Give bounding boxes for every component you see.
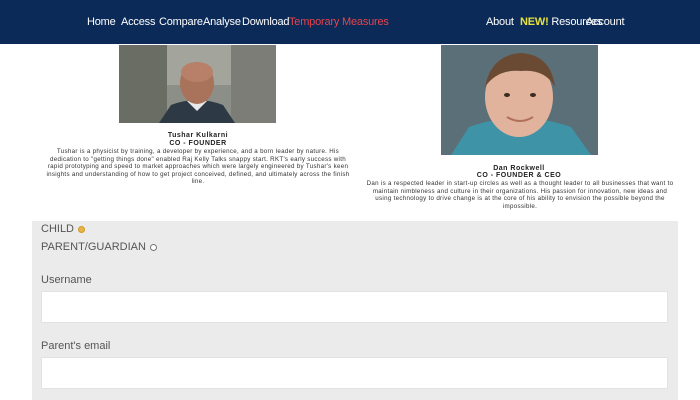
nav-home[interactable]: Home	[87, 14, 116, 30]
child-radio[interactable]	[78, 225, 86, 233]
new-badge: NEW!	[520, 16, 549, 28]
nav-about[interactable]: About	[486, 14, 514, 30]
nav-download[interactable]: Download	[242, 14, 290, 30]
role-option-child[interactable]: CHILD	[41, 222, 86, 236]
profile-name-dan: Dan Rockwell	[493, 165, 545, 172]
nav-analyse[interactable]: Analyse	[203, 14, 241, 30]
parent-radio[interactable]	[149, 243, 157, 251]
parent-email-label: Parent's email	[41, 340, 111, 352]
profile-role-dan: CO - FOUNDER & CEO	[476, 172, 562, 179]
profile-photo-dan	[441, 45, 598, 155]
profile-bio-tushar: Tushar is a physicist by training, a dev…	[46, 148, 350, 186]
profile-role-tushar: CO - FOUNDER	[169, 140, 227, 147]
profile-bio-dan: Dan is a respected leader in start-up ci…	[366, 180, 674, 210]
username-label: Username	[41, 274, 92, 286]
parent-email-input[interactable]	[41, 357, 668, 389]
nav-account[interactable]: Account	[586, 14, 625, 30]
role-option-child-label: CHILD	[41, 223, 75, 236]
role-option-parent[interactable]: PARENT/GUARDIAN	[41, 240, 157, 254]
profile-photo-dan-image	[441, 45, 598, 155]
top-nav-bar: Home Access Compare Analyse Download Tem…	[0, 0, 700, 44]
signup-form: CHILD PARENT/GUARDIAN Username Parent's …	[32, 221, 678, 400]
role-option-parent-label: PARENT/GUARDIAN	[41, 241, 146, 254]
nav-temporary-measures[interactable]: Temporary Measures	[289, 14, 389, 30]
username-input[interactable]	[41, 291, 668, 323]
profile-name-tushar: Tushar Kulkarni	[167, 132, 229, 139]
nav-access[interactable]: Access	[121, 14, 155, 30]
profile-photo-tushar-image	[119, 45, 276, 123]
nav-compare[interactable]: Compare	[159, 14, 203, 30]
profile-photo-tushar	[119, 45, 276, 123]
